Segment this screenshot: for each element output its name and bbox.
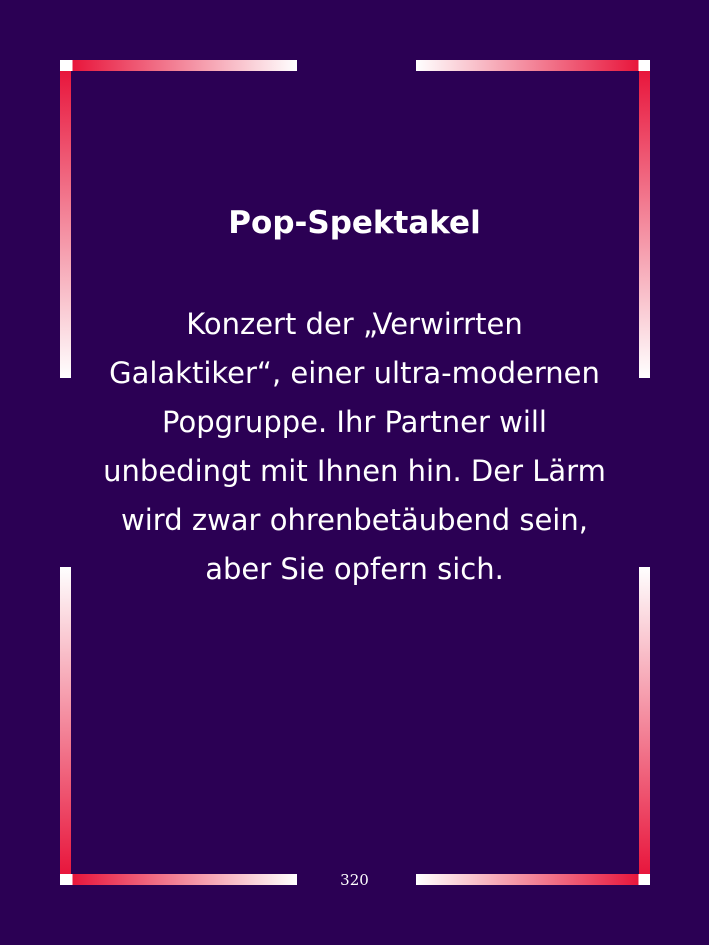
frame-left-lower-bar <box>60 567 71 874</box>
card-body-text: Konzert der „Verwirrten Galaktiker“, ein… <box>103 307 606 586</box>
card-title: Pop-Spektakel <box>228 205 481 241</box>
frame-top-left-bar <box>60 60 297 71</box>
frame-top-right-bar <box>416 60 650 71</box>
page-number: 320 <box>340 871 369 889</box>
frame-right-lower-bar <box>639 567 650 874</box>
